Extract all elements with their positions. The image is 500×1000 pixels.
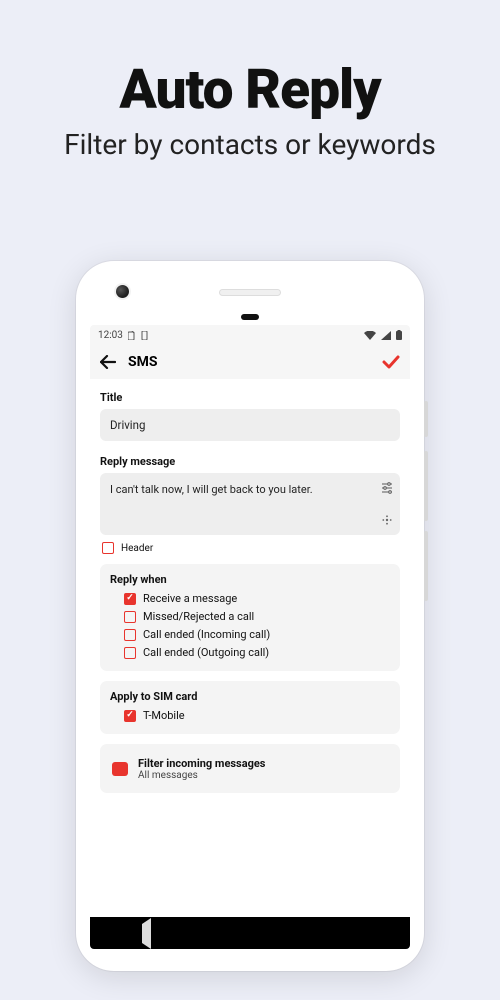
reply-when-card: Reply when Receive a message Missed/Reje… bbox=[100, 564, 400, 671]
reply-message-label: Reply message bbox=[100, 455, 400, 468]
reply-when-option-label: Call ended (Incoming call) bbox=[143, 628, 270, 641]
phone-camera bbox=[116, 285, 129, 298]
reply-message-input[interactable]: I can't talk now, I will get back to you… bbox=[100, 473, 400, 535]
sim-card-card: Apply to SIM card T-Mobile bbox=[100, 681, 400, 734]
hero-subtitle: Filter by contacts or keywords bbox=[0, 128, 500, 161]
battery-icon bbox=[396, 330, 402, 340]
nav-back-button[interactable] bbox=[142, 924, 151, 943]
storage-icon bbox=[141, 331, 148, 340]
wifi-icon bbox=[364, 331, 376, 340]
android-nav-bar bbox=[90, 917, 410, 949]
title-input[interactable]: Driving bbox=[100, 409, 400, 441]
phone-speaker-grille bbox=[219, 289, 281, 296]
reply-when-option-label: Missed/Rejected a call bbox=[143, 610, 254, 623]
reply-when-option-label: Receive a message bbox=[143, 592, 237, 605]
app-bar: SMS bbox=[90, 345, 410, 379]
voice-input-icon[interactable] bbox=[380, 513, 394, 527]
title-label: Title bbox=[100, 391, 400, 404]
filter-card[interactable]: Filter incoming messages All messages bbox=[100, 744, 400, 793]
sim-checkbox-tmobile[interactable] bbox=[124, 710, 136, 722]
reply-when-option-label: Call ended (Outgoing call) bbox=[143, 646, 269, 659]
phone-screen: 12:03 bbox=[90, 325, 410, 949]
reply-when-checkbox-call-ended-incoming[interactable] bbox=[124, 629, 136, 641]
back-button[interactable] bbox=[100, 355, 116, 369]
status-bar: 12:03 bbox=[90, 325, 410, 345]
signal-icon bbox=[381, 331, 391, 340]
appbar-title: SMS bbox=[128, 354, 158, 370]
phone-frame: 12:03 bbox=[76, 261, 424, 971]
chat-bubble-icon bbox=[112, 762, 128, 776]
filter-subtitle: All messages bbox=[138, 770, 265, 781]
content-area: Title Driving Reply message I can't talk… bbox=[90, 379, 410, 917]
sim-option-label: T-Mobile bbox=[143, 709, 185, 722]
reply-when-checkbox-missed-call[interactable] bbox=[124, 611, 136, 623]
header-checkbox-label: Header bbox=[121, 543, 153, 554]
reply-when-checkbox-receive-message[interactable] bbox=[124, 593, 136, 605]
hero-title: Auto Reply bbox=[0, 58, 500, 122]
filter-title: Filter incoming messages bbox=[138, 757, 265, 770]
sim-icon bbox=[128, 331, 136, 340]
phone-sensor-pill bbox=[241, 314, 259, 320]
header-checkbox[interactable] bbox=[102, 542, 114, 554]
reply-when-label: Reply when bbox=[110, 573, 390, 586]
settings-sliders-icon[interactable] bbox=[380, 481, 394, 495]
status-time: 12:03 bbox=[98, 330, 123, 341]
reply-when-checkbox-call-ended-outgoing[interactable] bbox=[124, 647, 136, 659]
sim-card-label: Apply to SIM card bbox=[110, 690, 390, 703]
confirm-button[interactable] bbox=[382, 355, 400, 369]
